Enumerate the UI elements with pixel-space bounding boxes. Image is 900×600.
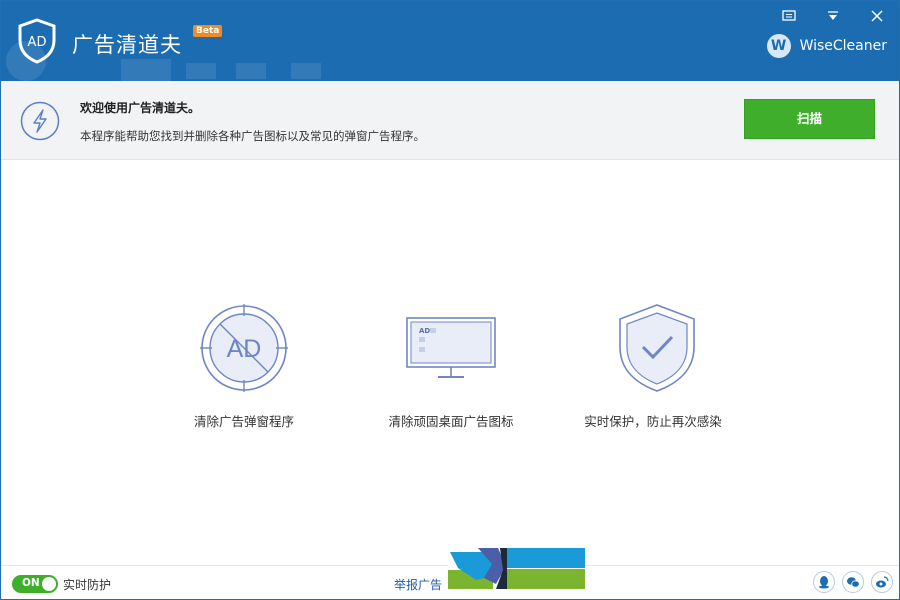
welcome-panel: 欢迎使用广告清道夫。 本程序能帮助您找到并删除各种广告图标以及常见的弹窗广告程序… [1,81,899,160]
feature-label-desktop: 清除顽固桌面广告图标 [388,414,514,429]
logo-text: AD [28,35,47,50]
scan-button[interactable]: 扫描 [744,99,875,139]
feature-label-popup: 清除广告弹窗程序 [193,414,294,429]
qq-button[interactable] [813,571,835,593]
welcome-title: 欢迎使用广告清道夫。 [80,101,201,115]
feedback-icon [782,10,796,21]
title-bar: AD 广告清道夫 Beta W WiseCleaner [1,1,899,81]
beta-badge: Beta [193,25,223,37]
app-title: 广告清道夫 [72,33,182,57]
ad-block-icon: AD [200,304,288,392]
app-logo-icon: AD [18,18,56,64]
wisecleaner-brand[interactable]: W WiseCleaner [766,34,887,58]
toggle-knob [42,577,56,591]
report-ad-link[interactable]: 举报广告 [394,576,442,593]
weibo-button[interactable] [871,571,893,593]
app-window: AD 广告清道夫 Beta W WiseCleaner 欢迎使用广告清道夫。 本… [0,0,900,600]
menu-icon [828,11,838,20]
realtime-protection-label: 实时防护 [63,578,112,592]
brand-name: WiseCleaner [799,38,887,54]
wechat-button[interactable] [842,571,864,593]
desktop-ad-icon: AD [406,317,496,378]
wechat-icon [847,577,860,588]
lightning-bolt-icon [20,101,60,141]
close-button[interactable] [867,7,887,25]
close-icon [871,10,883,22]
wisecleaner-logo-icon: W [766,34,791,58]
desktop-ad-text: AD [419,327,430,335]
menu-button[interactable] [823,7,843,25]
ad-text: AD [227,335,262,363]
watermark-logo-icon [448,548,585,589]
feedback-button[interactable] [779,7,799,25]
weibo-icon [876,576,889,588]
qq-icon [819,576,829,589]
feature-label-protection: 实时保护，防止再次感染 [584,414,722,429]
shield-check-icon [619,304,695,392]
realtime-protection-toggle[interactable]: ON [12,575,58,593]
toggle-state: ON [22,577,40,589]
welcome-description: 本程序能帮助您找到并删除各种广告图标以及常见的弹窗广告程序。 [80,129,425,143]
